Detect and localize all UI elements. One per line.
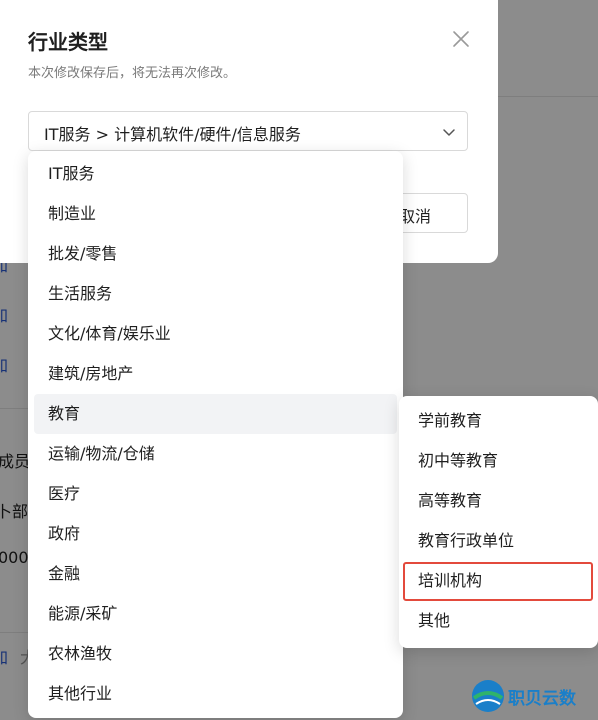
watermark: 职贝云数 bbox=[470, 676, 594, 716]
modal-title: 行业类型 bbox=[28, 30, 108, 54]
dropdown-item[interactable]: 生活服务 bbox=[28, 274, 403, 314]
globe-logo-icon bbox=[472, 680, 504, 712]
industry-select[interactable]: IT服务 > 计算机软件/硬件/信息服务 bbox=[28, 111, 468, 151]
cancel-label: 取消 bbox=[399, 207, 432, 226]
subdropdown-item[interactable]: 学前教育 bbox=[399, 401, 598, 441]
dropdown-item[interactable]: 其他行业 bbox=[28, 674, 403, 714]
dropdown-item[interactable]: 文化/体育/娱乐业 bbox=[28, 314, 403, 354]
dropdown-item[interactable]: 农林渔牧 bbox=[28, 634, 403, 674]
subdropdown-item-highlighted[interactable]: 培训机构 bbox=[399, 561, 598, 601]
dropdown-item[interactable]: 建筑/房地产 bbox=[28, 354, 403, 394]
dropdown-item[interactable]: 制造业 bbox=[28, 194, 403, 234]
dropdown-item[interactable]: 金融 bbox=[28, 554, 403, 594]
subdropdown-item[interactable]: 高等教育 bbox=[399, 481, 598, 521]
subdropdown-item[interactable]: 其他 bbox=[399, 601, 598, 641]
education-subdropdown: 学前教育 初中等教育 高等教育 教育行政单位 培训机构 其他 bbox=[399, 396, 598, 648]
industry-dropdown: IT服务 制造业 批发/零售 生活服务 文化/体育/娱乐业 建筑/房地产 教育 … bbox=[28, 151, 403, 718]
dropdown-item[interactable]: 政府 bbox=[28, 514, 403, 554]
dropdown-item[interactable]: 医疗 bbox=[28, 474, 403, 514]
dropdown-item[interactable]: 批发/零售 bbox=[28, 234, 403, 274]
subdropdown-item[interactable]: 初中等教育 bbox=[399, 441, 598, 481]
close-icon[interactable] bbox=[448, 26, 474, 52]
dropdown-item[interactable]: IT服务 bbox=[28, 154, 403, 194]
watermark-text: 职贝云数 bbox=[508, 689, 576, 709]
select-value: IT服务 > 计算机软件/硬件/信息服务 bbox=[44, 125, 301, 144]
chevron-down-icon bbox=[441, 124, 457, 140]
dropdown-item[interactable]: 能源/采矿 bbox=[28, 594, 403, 634]
subdropdown-item[interactable]: 教育行政单位 bbox=[399, 521, 598, 561]
dropdown-item-active[interactable]: 教育 bbox=[34, 394, 397, 434]
dropdown-item[interactable]: 运输/物流/仓储 bbox=[28, 434, 403, 474]
modal-subtitle: 本次修改保存后，将无法再次修改。 bbox=[28, 66, 237, 81]
